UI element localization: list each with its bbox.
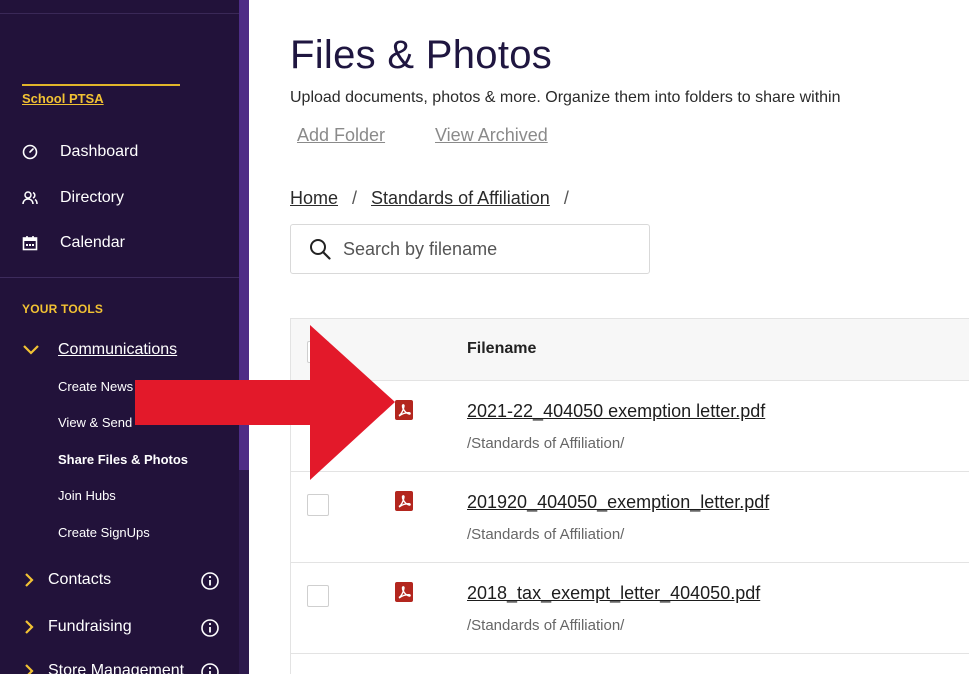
row-checkbox[interactable] bbox=[307, 494, 329, 516]
table-row[interactable]: 201920_404050_exemption_letter.pdf /Stan… bbox=[291, 472, 969, 563]
sidebar-subitem-create-signups[interactable]: Create SignUps bbox=[58, 525, 150, 540]
pdf-icon bbox=[395, 491, 413, 511]
sidebar-group-label: Store Management bbox=[48, 662, 185, 674]
file-path: /Standards of Affiliation/ bbox=[467, 617, 625, 634]
breadcrumb-separator: / bbox=[563, 188, 569, 208]
breadcrumb-separator: / bbox=[352, 188, 358, 208]
annotation-arrow-icon bbox=[135, 325, 395, 480]
sidebar-item-dashboard[interactable]: Dashboard bbox=[22, 143, 138, 161]
file-name-link[interactable]: 2018_tax_exempt_letter_404050.pdf bbox=[467, 583, 760, 604]
sidebar-group-fundraising[interactable]: Fundraising bbox=[22, 618, 222, 638]
sidebar-item-label: Calendar bbox=[60, 234, 125, 251]
info-icon[interactable] bbox=[200, 662, 220, 674]
sidebar-group-label: Contacts bbox=[48, 571, 112, 588]
sidebar-top-divider bbox=[0, 13, 239, 14]
file-name-link[interactable]: 201920_404050_exemption_letter.pdf bbox=[467, 492, 769, 513]
info-icon[interactable] bbox=[200, 618, 220, 638]
sidebar-scrollbar-rest bbox=[239, 470, 249, 674]
sidebar-item-directory[interactable]: Directory bbox=[22, 189, 124, 207]
info-icon[interactable] bbox=[200, 571, 220, 591]
page-title: Files & Photos bbox=[290, 33, 553, 77]
page-description: Upload documents, photos & more. Organiz… bbox=[290, 89, 841, 106]
sidebar-item-label: Directory bbox=[60, 189, 125, 206]
chevron-right-icon bbox=[22, 619, 36, 635]
pdf-icon bbox=[395, 582, 413, 602]
sidebar-item-calendar[interactable]: Calendar bbox=[22, 234, 125, 252]
add-folder-link[interactable]: Add Folder bbox=[297, 125, 385, 146]
row-checkbox[interactable] bbox=[307, 585, 329, 607]
breadcrumb-standards-of-affiliation[interactable]: Standards of Affiliation bbox=[371, 188, 550, 209]
sidebar-group-contacts[interactable]: Contacts bbox=[22, 571, 222, 591]
sidebar-group-store-management[interactable]: Store Management bbox=[22, 662, 222, 674]
sidebar-item-label: Dashboard bbox=[60, 143, 139, 160]
chevron-down-icon bbox=[22, 341, 40, 359]
view-archived-link[interactable]: View Archived bbox=[435, 125, 548, 146]
breadcrumb-home[interactable]: Home bbox=[290, 188, 338, 209]
chevron-right-icon bbox=[22, 663, 36, 674]
file-name-link[interactable]: 2021-22_404050 exemption letter.pdf bbox=[467, 401, 765, 422]
sidebar-group-label: Fundraising bbox=[48, 618, 132, 635]
chevron-right-icon bbox=[22, 572, 36, 588]
column-header-filename[interactable]: Filename bbox=[467, 340, 536, 358]
sidebar-subitem-join-hubs[interactable]: Join Hubs bbox=[58, 488, 116, 503]
file-path: /Standards of Affiliation/ bbox=[467, 526, 625, 543]
calendar-icon bbox=[22, 235, 38, 251]
table-row[interactable]: 2018_tax_exempt_letter_404050.pdf /Stand… bbox=[291, 563, 969, 654]
org-name-link[interactable]: School PTSA bbox=[22, 91, 104, 106]
section-label-your-tools: YOUR TOOLS bbox=[22, 302, 104, 316]
file-path: /Standards of Affiliation/ bbox=[467, 435, 625, 452]
pdf-icon bbox=[395, 400, 413, 420]
search-icon bbox=[309, 238, 331, 260]
dashboard-gauge-icon bbox=[22, 144, 38, 160]
people-icon bbox=[22, 190, 38, 206]
app-window: School PTSA Dashboard Directory Calendar… bbox=[0, 0, 969, 674]
breadcrumb: Home / Standards of Affiliation / bbox=[290, 188, 583, 209]
sidebar-divider bbox=[0, 277, 239, 278]
sidebar-subitem-view-send[interactable]: View & Send bbox=[58, 415, 132, 430]
sidebar-subitem-create-news[interactable]: Create News bbox=[58, 379, 133, 394]
search-box[interactable] bbox=[290, 224, 650, 274]
org-name-clipped-line bbox=[22, 84, 180, 86]
search-input[interactable] bbox=[343, 238, 623, 260]
